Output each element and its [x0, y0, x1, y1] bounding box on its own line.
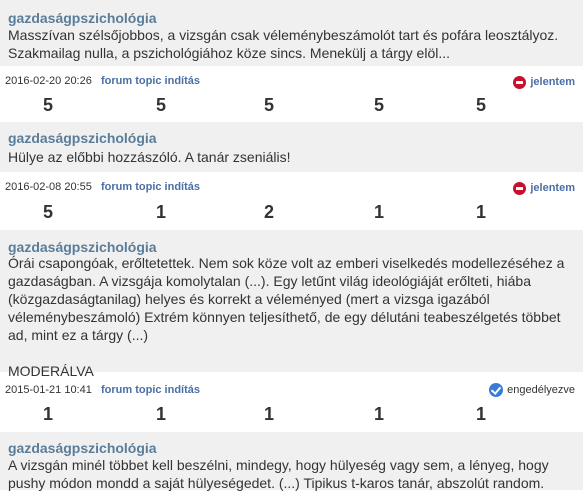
ratings-row: 1 1 1 1 1: [0, 403, 583, 425]
rating-value: 5: [373, 95, 384, 115]
review-subject[interactable]: gazdaságpszichológia: [8, 239, 157, 255]
rating-value: 1: [475, 202, 486, 222]
rating-value: 2: [263, 202, 274, 222]
review-date: 2015-01-21 10:41: [5, 384, 92, 396]
check-icon: [489, 383, 504, 397]
review-date: 2016-02-20 20:26: [5, 75, 92, 87]
approved-status: engedélyezve: [489, 383, 575, 397]
ratings-row: 5 1 2 1 1: [0, 201, 583, 223]
rating-value: 1: [155, 404, 166, 424]
forum-topic-link[interactable]: forum topic indítás: [101, 74, 200, 88]
rating-value: 5: [42, 95, 53, 115]
review-date: 2016-02-08 20:55: [5, 181, 92, 193]
approved-label: engedélyezve: [507, 384, 575, 396]
ratings-row: 5 5 5 5 5: [0, 94, 583, 116]
rating-value: 5: [155, 95, 166, 115]
review-text: Masszívan szélsőjobbos, a vizsgán csak v…: [8, 27, 559, 61]
review-subject[interactable]: gazdaságpszichológia: [8, 440, 157, 456]
review-card: gazdaságpszichológia A vizsgán minél töb…: [0, 432, 583, 491]
review-text: Órái csapongóak, erőltetettek. Nem sok k…: [8, 255, 565, 379]
review-text: Hülye az előbbi hozzászóló. A tanár zsen…: [8, 149, 291, 165]
rating-value: 1: [373, 404, 384, 424]
review-subject[interactable]: gazdaságpszichológia: [8, 130, 157, 146]
rating-value: 1: [475, 404, 486, 424]
report-label: jelentem: [530, 76, 575, 88]
stop-icon: [513, 181, 527, 195]
review-card: gazdaságpszichológia Masszívan szélsőjob…: [0, 0, 583, 66]
review-subject[interactable]: gazdaságpszichológia: [8, 10, 157, 26]
forum-topic-link[interactable]: forum topic indítás: [101, 180, 200, 194]
rating-value: 1: [42, 404, 53, 424]
rating-value: 5: [42, 202, 53, 222]
forum-topic-link[interactable]: forum topic indítás: [101, 383, 200, 397]
report-button[interactable]: jelentem: [513, 181, 575, 195]
rating-value: 5: [263, 95, 274, 115]
review-text: A vizsgán minél többet kell beszélni, mi…: [8, 457, 549, 491]
stop-icon: [513, 75, 527, 89]
rating-value: 1: [155, 202, 166, 222]
rating-value: 1: [263, 404, 274, 424]
rating-value: 1: [373, 202, 384, 222]
review-card: gazdaságpszichológia Órái csapongóak, er…: [0, 230, 583, 379]
rating-value: 5: [475, 95, 486, 115]
review-card: gazdaságpszichológia Hülye az előbbi hoz…: [0, 122, 583, 172]
report-label: jelentem: [530, 182, 575, 194]
report-button[interactable]: jelentem: [513, 75, 575, 89]
